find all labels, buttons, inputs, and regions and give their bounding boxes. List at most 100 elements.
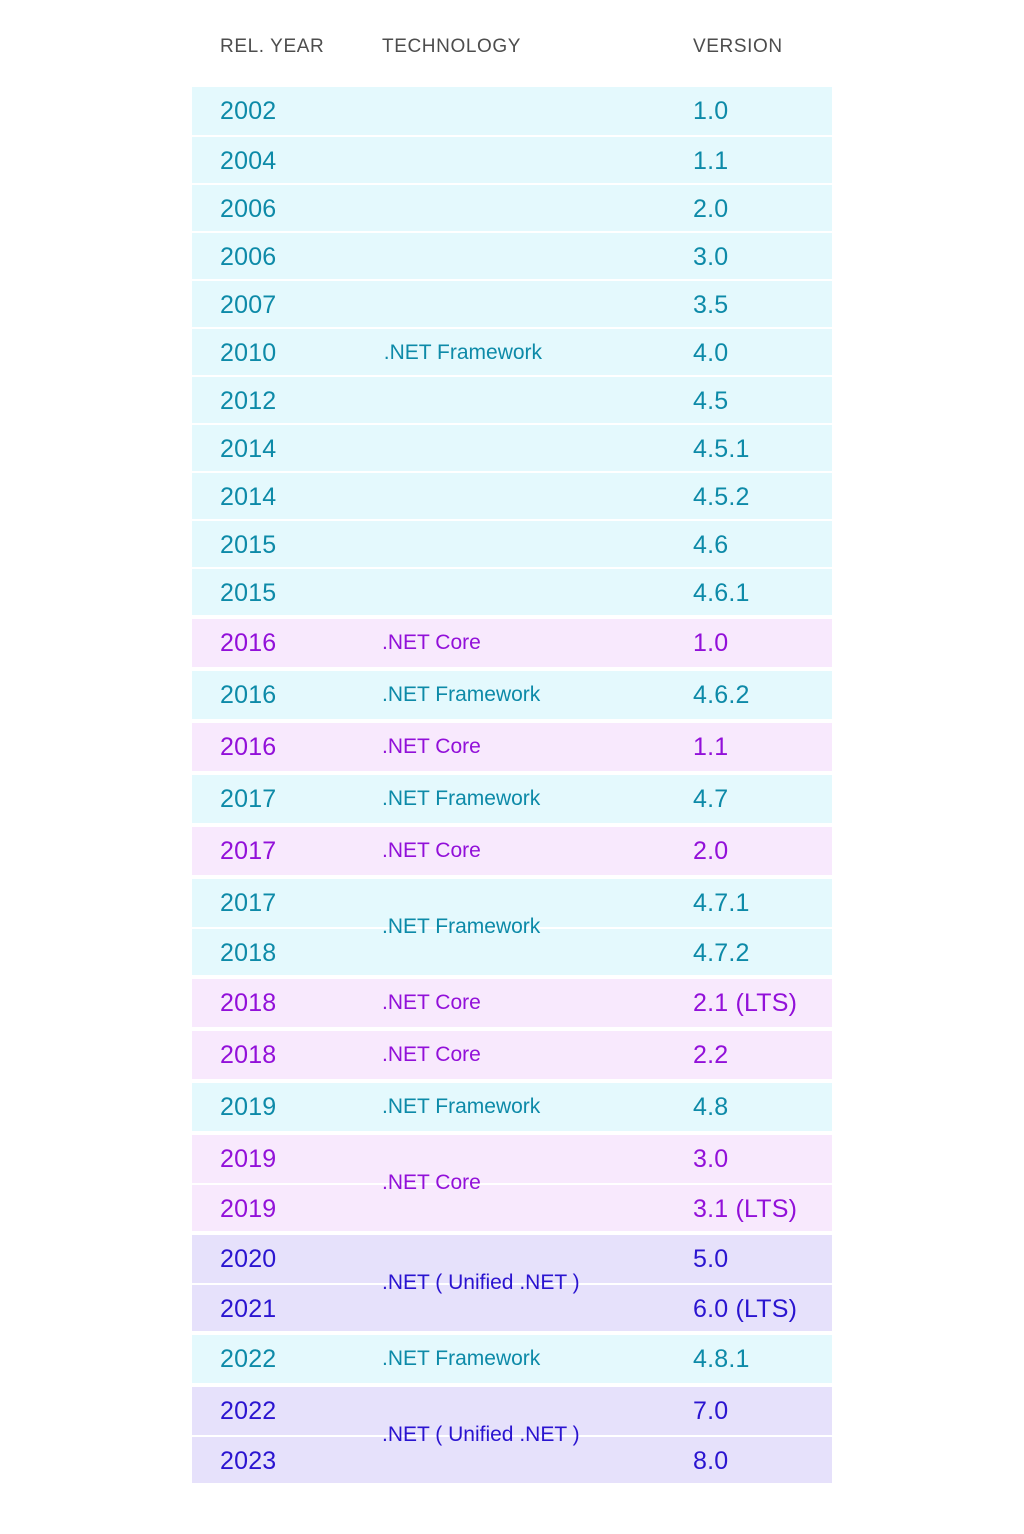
cell-rel-year: 2006 — [220, 195, 277, 223]
cell-technology: .NET Core — [382, 1043, 481, 1066]
table-row[interactable]: 2012 4.5 — [192, 375, 832, 423]
dotnet-version-history-table: REL. YEAR TECHNOLOGY VERSION 2002 1.0 2004… — [192, 24, 832, 1487]
cell-version: 4.0 — [693, 339, 729, 367]
table-row[interactable]: 2006 3.0 — [192, 231, 832, 279]
cell-technology: .NET Core — [382, 631, 481, 654]
cell-version: 3.5 — [693, 291, 729, 319]
page-root: REL. YEAR TECHNOLOGY VERSION 2002 1.0 2004… — [0, 0, 1024, 1534]
cell-technology: .NET Framework — [382, 1095, 541, 1118]
cell-version: 1.0 — [693, 97, 729, 125]
table-body: 2002 1.0 2004 1.1 2006 2.0 2006 3.0 2007 3.5 2010 … — [192, 87, 832, 1483]
cell-version: 2.2 — [693, 1041, 729, 1069]
table-row-group: 2018 .NET Core 2.1 (LTS) — [192, 979, 832, 1027]
table-row[interactable]: 2014 4.5.1 — [192, 423, 832, 471]
table-row-group: 2020 5.0 2021 6.0 (LTS) .NET ( Unified .NET … — [192, 1235, 832, 1331]
cell-rel-year: 2018 — [220, 939, 277, 967]
cell-version: 4.5.1 — [693, 435, 750, 463]
cell-version: 4.6.1 — [693, 579, 750, 607]
cell-version: 1.1 — [693, 733, 729, 761]
cell-rel-year: 2010 — [220, 339, 277, 367]
cell-rel-year: 2019 — [220, 1145, 277, 1173]
table-row[interactable]: 2020 5.0 — [192, 1235, 832, 1283]
cell-version: 4.5.2 — [693, 483, 750, 511]
table-row[interactable]: 2022 .NET Framework 4.8.1 — [192, 1335, 832, 1383]
table-row[interactable]: 2019 3.1 (LTS) — [192, 1183, 832, 1231]
table-row-group: 2019 .NET Framework 4.8 — [192, 1083, 832, 1131]
table-row-group: 2002 1.0 2004 1.1 2006 2.0 2006 3.0 2007 3.5 2010 … — [192, 87, 832, 615]
table-row[interactable]: 2010 .NET Framework 4.0 — [192, 327, 832, 375]
cell-version: 3.0 — [693, 243, 729, 271]
table-row[interactable]: 2018 .NET Core 2.1 (LTS) — [192, 979, 832, 1027]
cell-technology: .NET Framework — [382, 683, 541, 706]
cell-rel-year: 2022 — [220, 1345, 277, 1373]
table-row[interactable]: 2015 4.6.1 — [192, 567, 832, 615]
cell-version: 2.1 (LTS) — [693, 989, 798, 1017]
table-row[interactable]: 2014 4.5.2 — [192, 471, 832, 519]
cell-rel-year: 2019 — [220, 1195, 277, 1223]
table-row[interactable]: 2017 .NET Framework 4.7 — [192, 775, 832, 823]
cell-technology: .NET Framework — [382, 341, 543, 364]
cell-rel-year: 2019 — [220, 1093, 277, 1121]
cell-rel-year: 2016 — [220, 629, 277, 657]
table-row[interactable]: 2016 .NET Core 1.0 — [192, 619, 832, 667]
table-row-group: 2016 .NET Framework 4.6.2 — [192, 671, 832, 719]
table-row[interactable]: 2007 3.5 — [192, 279, 832, 327]
table-row-group: 2022 .NET Framework 4.8.1 — [192, 1335, 832, 1383]
cell-version: 3.1 (LTS) — [693, 1195, 798, 1223]
cell-rel-year: 2018 — [220, 989, 277, 1017]
cell-rel-year: 2018 — [220, 1041, 277, 1069]
cell-rel-year: 2023 — [220, 1447, 277, 1475]
table-row[interactable]: 2023 8.0 — [192, 1435, 832, 1483]
cell-technology: .NET Core — [382, 991, 481, 1014]
cell-version: 6.0 (LTS) — [693, 1295, 798, 1323]
column-header-technology: TECHNOLOGY — [382, 36, 522, 57]
cell-rel-year: 2016 — [220, 681, 277, 709]
cell-rel-year: 2017 — [220, 785, 277, 813]
cell-rel-year: 2017 — [220, 837, 277, 865]
cell-rel-year: 2017 — [220, 889, 277, 917]
table-row[interactable]: 2018 4.7.2 — [192, 927, 832, 975]
cell-version: 1.1 — [693, 147, 729, 175]
table-row[interactable]: 2022 7.0 — [192, 1387, 832, 1435]
table-row-group: 2016 .NET Core 1.1 — [192, 723, 832, 771]
table-row-group: 2022 7.0 2023 8.0 .NET ( Unified .NET ) — [192, 1387, 832, 1483]
cell-version: 8.0 — [693, 1447, 729, 1475]
table-row-group: 2016 .NET Core 1.0 — [192, 619, 832, 667]
cell-rel-year: 2014 — [220, 435, 277, 463]
table-row[interactable]: 2016 .NET Framework 4.6.2 — [192, 671, 832, 719]
cell-version: 4.6 — [693, 531, 729, 559]
column-header-rel-year: REL. YEAR — [220, 36, 325, 57]
cell-version: 7.0 — [693, 1397, 729, 1425]
cell-rel-year: 2014 — [220, 483, 277, 511]
table-row[interactable]: 2016 .NET Core 1.1 — [192, 723, 832, 771]
cell-rel-year: 2022 — [220, 1397, 277, 1425]
cell-version: 4.6.2 — [693, 681, 750, 709]
table-row-group: 2017 .NET Core 2.0 — [192, 827, 832, 875]
cell-rel-year: 2016 — [220, 733, 277, 761]
table-row[interactable]: 2004 1.1 — [192, 135, 832, 183]
cell-rel-year: 2006 — [220, 243, 277, 271]
table-row-group: 2018 .NET Core 2.2 — [192, 1031, 832, 1079]
cell-rel-year: 2007 — [220, 291, 277, 319]
table-row[interactable]: 2019 .NET Framework 4.8 — [192, 1083, 832, 1131]
table-row[interactable]: 2017 4.7.1 — [192, 879, 832, 927]
table-row[interactable]: 2006 2.0 — [192, 183, 832, 231]
table-row[interactable]: 2018 .NET Core 2.2 — [192, 1031, 832, 1079]
table-row[interactable]: 2019 3.0 — [192, 1135, 832, 1183]
table-row-group: 2017 .NET Framework 4.7 — [192, 775, 832, 823]
table-row-group: 2017 4.7.1 2018 4.7.2 .NET Framework — [192, 879, 832, 975]
table-row[interactable]: 2017 .NET Core 2.0 — [192, 827, 832, 875]
cell-rel-year: 2004 — [220, 147, 277, 175]
cell-rel-year: 2002 — [220, 97, 277, 125]
cell-version: 3.0 — [693, 1145, 729, 1173]
cell-version: 4.8 — [693, 1093, 729, 1121]
cell-rel-year: 2015 — [220, 531, 277, 559]
cell-version: 4.5 — [693, 387, 729, 415]
cell-technology: .NET Core — [382, 839, 481, 862]
cell-technology: .NET Framework — [382, 1347, 541, 1370]
table-row[interactable]: 2015 4.6 — [192, 519, 832, 567]
table-row[interactable]: 2002 1.0 — [192, 87, 832, 135]
cell-version: 1.0 — [693, 629, 729, 657]
table-header-row: REL. YEAR TECHNOLOGY VERSION — [192, 24, 832, 87]
table-row[interactable]: 2021 6.0 (LTS) — [192, 1283, 832, 1331]
